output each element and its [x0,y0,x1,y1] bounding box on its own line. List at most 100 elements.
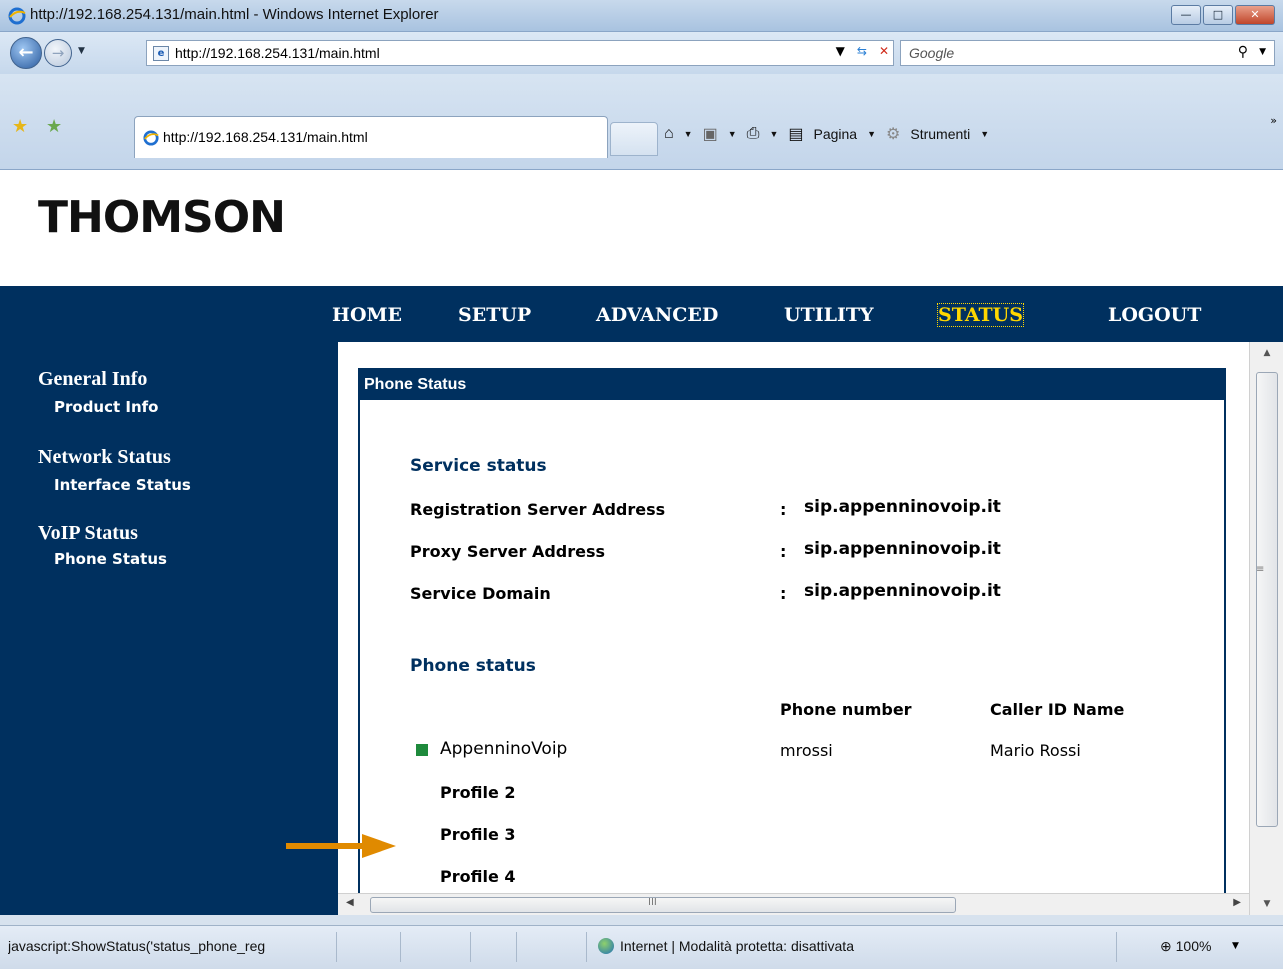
refresh-icon[interactable]: ⇆ [857,44,867,58]
stop-icon[interactable]: ✕ [879,44,889,58]
page-menu-dropdown-icon[interactable]: ▼ [867,129,876,139]
command-bar: ⌂ ▼ ▣ ▼ ⎙ ▼ ▤ Pagina ▼ ⚙ Strumenti ▼ [664,124,989,144]
address-tools: ▼ ⇆ ✕ [836,44,889,58]
history-dropdown-icon[interactable]: ▼ [78,46,85,56]
horizontal-grip-icon: III [648,897,657,908]
profile-2[interactable]: Profile 2 [440,783,516,802]
service-domain-colon: : [780,584,787,603]
vertical-scroll-thumb[interactable] [1256,372,1278,827]
address-input[interactable]: e http://192.168.254.131/main.html ▼ ⇆ ✕ [146,40,894,66]
horizontal-scrollbar[interactable]: ◀ III ▶ [338,893,1249,915]
main-nav: HOME SETUP ADVANCED UTILITY STATUS LOGOU… [0,286,1283,342]
globe-icon [598,938,614,954]
sidebar-phone-status[interactable]: Phone Status [54,550,167,568]
caller-id-column: Caller ID Name [990,700,1125,719]
feeds-dropdown-icon[interactable]: ▼ [728,129,737,139]
search-dropdown-icon[interactable]: ▼ [1259,47,1266,57]
feeds-icon[interactable]: ▣ [703,124,718,144]
status-separator [336,932,337,962]
zoom-level[interactable]: ⊕ 100% [1160,938,1211,955]
close-button[interactable]: ✕ [1235,5,1275,25]
profile-3[interactable]: Profile 3 [440,825,516,844]
zone-text: Internet | Modalità protetta: disattivat… [620,938,854,954]
registered-status-icon [416,744,428,756]
status-separator [516,932,517,962]
content-frame: Phone Status Service status Registration… [338,342,1283,915]
profile-4[interactable]: Profile 4 [440,867,516,886]
sidebar-product-info[interactable]: Product Info [54,398,159,416]
sidebar-voip-status[interactable]: VoIP Status [38,522,138,545]
nav-advanced[interactable]: ADVANCED [596,304,718,326]
scroll-up-icon[interactable]: ▲ [1250,342,1283,364]
tools-menu-dropdown-icon[interactable]: ▼ [980,129,989,139]
search-icon[interactable]: ⚲ [1238,44,1248,60]
phone-status-heading: Phone status [410,656,536,676]
nav-logout[interactable]: LOGOUT [1108,304,1201,326]
service-domain-value: sip.appenninovoip.it [804,581,1001,601]
page-viewport: THOMSON HOME SETUP ADVANCED UTILITY STAT… [0,170,1283,915]
zoom-dropdown-icon[interactable]: ▼ [1232,941,1239,951]
scroll-right-icon[interactable]: ▶ [1233,897,1241,908]
horizontal-scroll-thumb[interactable] [370,897,956,913]
maximize-button[interactable]: □ [1203,5,1233,25]
address-bar-row: ← → ▼ e http://192.168.254.131/main.html… [0,32,1283,74]
window-controls: — □ ✕ [1171,5,1275,25]
page-menu[interactable]: Pagina [814,126,858,142]
status-separator [586,932,587,962]
tab-main[interactable]: http://192.168.254.131/main.html [134,116,608,158]
sidebar-network-status[interactable]: Network Status [38,446,171,469]
nav-status[interactable]: STATUS [937,303,1024,327]
annotation-arrow-icon [286,834,396,858]
profile-1-caller: Mario Rossi [990,741,1081,760]
status-message: javascript:ShowStatus('status_phone_reg [8,938,266,954]
sidebar-general-info[interactable]: General Info [38,368,147,391]
service-domain-label: Service Domain [410,584,551,603]
proxy-server-colon: : [780,542,787,561]
tab-ie-icon [143,130,159,146]
scroll-down-icon[interactable]: ▼ [1250,893,1283,915]
security-zone[interactable]: Internet | Modalità protetta: disattivat… [598,938,854,954]
nav-home[interactable]: HOME [332,304,402,326]
sidebar-interface-status[interactable]: Interface Status [54,476,191,494]
profile-1-number: mrossi [780,741,833,760]
add-favorites-icon[interactable]: ★ [46,116,62,137]
phone-status-panel: Phone Status Service status Registration… [358,368,1226,915]
minimize-button[interactable]: — [1171,5,1201,25]
page-icon: e [153,46,169,61]
window-titlebar: http://192.168.254.131/main.html - Windo… [0,0,1283,32]
vertical-scrollbar[interactable]: ▲ ≡ ▼ [1249,342,1283,915]
home-dropdown-icon[interactable]: ▼ [684,129,693,139]
registration-server-colon: : [780,500,787,519]
new-tab-button[interactable] [610,122,658,156]
address-url: http://192.168.254.131/main.html [175,45,380,61]
gear-icon: ⚙ [886,126,901,143]
toolbar-overflow-icon[interactable]: » [1270,114,1277,127]
proxy-server-value: sip.appenninovoip.it [804,539,1001,559]
phone-number-column: Phone number [780,700,912,719]
page-menu-icon: ▤ [788,126,804,143]
proxy-server-label: Proxy Server Address [410,542,606,561]
print-dropdown-icon[interactable]: ▼ [769,129,778,139]
nav-utility[interactable]: UTILITY [784,304,874,326]
address-dropdown-icon[interactable]: ▼ [836,44,845,58]
tab-bar: ★ ★ http://192.168.254.131/main.html ⌂ ▼ … [0,74,1283,170]
print-icon[interactable]: ⎙ [747,125,760,143]
registration-server-label: Registration Server Address [410,500,666,519]
favorites-star-icon[interactable]: ★ [12,116,28,137]
tab-label: http://192.168.254.131/main.html [163,129,368,145]
window-title: http://192.168.254.131/main.html - Windo… [30,6,439,23]
back-button[interactable]: ← [10,37,42,69]
home-icon[interactable]: ⌂ [664,125,674,143]
scroll-left-icon[interactable]: ◀ [346,897,354,908]
zoom-value: 100% [1175,938,1212,954]
ie-logo-icon [8,7,26,25]
nav-setup[interactable]: SETUP [458,304,531,326]
site-header: THOMSON [0,170,1283,286]
tools-menu[interactable]: Strumenti [910,126,970,142]
search-input[interactable]: Google ⚲ ▼ [900,40,1275,66]
registration-server-value: sip.appenninovoip.it [804,497,1001,517]
profile-appenninovoip[interactable]: AppenninoVoip [440,739,567,759]
forward-button[interactable]: → [44,39,72,67]
search-placeholder: Google [909,45,955,61]
vertical-grip-icon: ≡ [1256,564,1265,575]
